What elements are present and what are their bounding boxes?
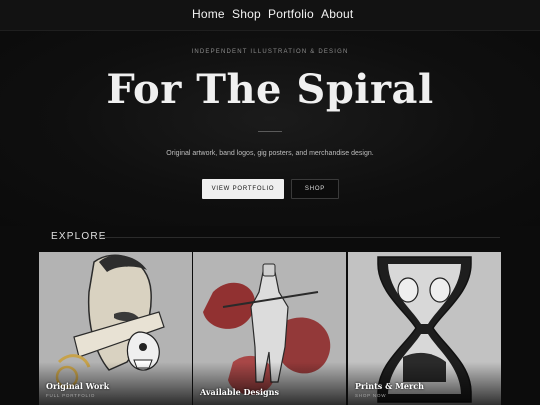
card-title: Prints & Merch: [355, 381, 424, 391]
card-original-work[interactable]: Original Work FULL PORTFOLIO: [39, 252, 192, 405]
illustration-knight-red: [193, 252, 346, 405]
explore-heading: EXPLORE: [51, 231, 107, 242]
card-title: Available Designs: [200, 387, 279, 397]
card-subtitle: FULL PORTFOLIO: [46, 393, 96, 398]
card-subtitle: SHOP NOW: [355, 393, 387, 398]
view-portfolio-button[interactable]: VIEW PORTFOLIO: [202, 179, 284, 199]
nav-portfolio-link[interactable]: Portfolio: [268, 7, 314, 21]
nav-shop-link[interactable]: Shop: [232, 7, 261, 21]
explore-divider: [100, 237, 500, 238]
card-title: Original Work: [46, 381, 110, 391]
hero-tagline: Original artwork, band logos, gig poster…: [166, 150, 374, 157]
top-navigation: Home Shop Portfolio About: [0, 0, 540, 31]
card-available-designs[interactable]: Available Designs: [193, 252, 346, 405]
card-prints-merch[interactable]: Prints & Merch SHOP NOW: [348, 252, 501, 405]
nav-home-link[interactable]: Home: [192, 7, 225, 21]
hero-divider: [258, 131, 282, 132]
page-title: For The Spiral: [106, 66, 434, 113]
nav-about-link[interactable]: About: [321, 7, 353, 21]
shop-button[interactable]: SHOP: [291, 179, 339, 199]
hero-kicker: INDEPENDENT ILLUSTRATION & DESIGN: [191, 49, 349, 55]
